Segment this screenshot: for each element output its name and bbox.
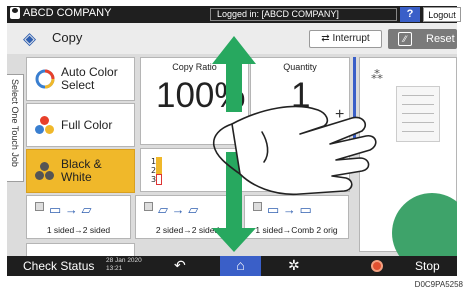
user-icon <box>10 7 20 19</box>
duplex-2to2-label: 2 sided→2 sided <box>155 225 220 235</box>
company-name: ABCD COMPANY <box>23 7 112 19</box>
auto-color-select-button[interactable]: Auto Color Select <box>26 57 135 101</box>
date-time: 28 Jan 2020 13:21 <box>106 257 142 273</box>
full-color-button[interactable]: Full Color <box>26 103 135 147</box>
time-text: 13:21 <box>106 265 123 272</box>
copy-main-panel: Select One Touch Job Auto Color Select F… <box>7 54 457 256</box>
checkbox-icon <box>35 202 44 211</box>
scroll-indicator <box>353 57 356 145</box>
quantity-label: Quantity <box>283 62 317 72</box>
duplex-pages-icon: ▱ → ▱ <box>158 202 199 217</box>
stop-icon[interactable] <box>371 260 383 272</box>
full-color-label: Full Color <box>61 117 113 132</box>
duplex-1to-comb2-label: 1 sided→Comb 2 orig <box>255 225 338 235</box>
duplex-2to2-button[interactable]: ▱ → ▱ 2 sided→2 sided <box>135 195 240 239</box>
interrupt-button[interactable]: ⇄ Interrupt <box>309 30 382 48</box>
quantity-increase-button[interactable]: + <box>335 106 344 124</box>
copy-ratio-label: Copy Ratio <box>172 62 217 72</box>
interrupt-label: Interrupt <box>332 33 370 44</box>
help-button[interactable]: ? <box>400 7 420 22</box>
cover-sheet-label: Cover Sheet <box>250 176 295 185</box>
cover-sheet-icon: 1 2 3 <box>151 157 163 185</box>
cover-sheet-card[interactable]: 1 2 3 Cover Sheet <box>140 148 350 192</box>
copy-app-icon: ◈ <box>23 29 37 48</box>
top-bar: ABCD COMPANY Logged in: [ABCD COMPANY] ?… <box>7 6 461 23</box>
quantity-decrease-button[interactable]: − <box>264 110 273 128</box>
partial-function-button[interactable] <box>26 243 135 256</box>
checkbox-icon <box>144 202 153 211</box>
preview-panel: ⁂ <box>359 57 457 256</box>
user-info: ABCD COMPANY <box>10 7 111 19</box>
reset-icon: ⁄⁄ <box>398 32 412 46</box>
reset-label: Reset <box>426 33 455 45</box>
interrupt-icon: ⇄ <box>321 33 333 44</box>
black-and-white-icon <box>35 161 55 181</box>
login-status: Logged in: [ABCD COMPANY] <box>210 8 397 21</box>
start-button[interactable] <box>392 193 457 256</box>
bottom-bar: Check Status 28 Jan 2020 13:21 ↶ ⌂ ✲ Sto… <box>7 256 457 276</box>
auto-color-label: Auto Color Select <box>61 65 118 92</box>
quantity-value: 1 <box>291 76 311 115</box>
duplex-1to2-label: 1 sided→2 sided <box>46 225 111 235</box>
page-title: Copy <box>52 30 83 45</box>
preview-icon: ⁂ <box>371 68 383 82</box>
black-and-white-button[interactable]: Black & White <box>26 149 135 193</box>
side-tab-label: Select One Touch Job <box>10 79 20 167</box>
checkbox-icon <box>253 202 262 211</box>
date-text: 28 Jan 2020 <box>106 257 142 264</box>
home-icon[interactable]: ⌂ <box>220 256 261 276</box>
duplex-1to2-button[interactable]: ▭ → ▱ 1 sided→2 sided <box>26 195 131 239</box>
quantity-card[interactable]: Quantity 1 − + <box>250 57 350 145</box>
gear-icon[interactable]: ✲ <box>288 257 300 274</box>
energy-saver-icon[interactable]: ☾ <box>449 7 459 22</box>
figure-code: D0C9PA5258 <box>414 280 463 289</box>
copy-ratio-value: 100% <box>156 76 246 115</box>
app-header: ◈ Copy ⇄ Interrupt ⁄⁄ Reset <box>7 23 457 54</box>
duplex-1to-comb2-button[interactable]: ▭ → ▭ 1 sided→Comb 2 orig <box>244 195 349 239</box>
black-and-white-label: Black & White <box>61 157 102 184</box>
back-icon[interactable]: ↶ <box>174 257 186 274</box>
stop-button[interactable]: Stop <box>415 259 440 273</box>
paper-preview-icon <box>396 86 440 142</box>
duplex-pages-icon: ▭ → ▱ <box>49 202 92 217</box>
auto-color-icon <box>35 69 55 89</box>
duplex-pages-icon: ▭ → ▭ <box>267 202 312 217</box>
select-one-touch-job-tab[interactable]: Select One Touch Job <box>7 74 24 182</box>
full-color-icon <box>35 115 55 135</box>
copy-ratio-card[interactable]: Copy Ratio 100% <box>140 57 249 145</box>
reset-button[interactable]: ⁄⁄ Reset <box>388 29 457 49</box>
check-status-button[interactable]: Check Status <box>23 259 94 273</box>
